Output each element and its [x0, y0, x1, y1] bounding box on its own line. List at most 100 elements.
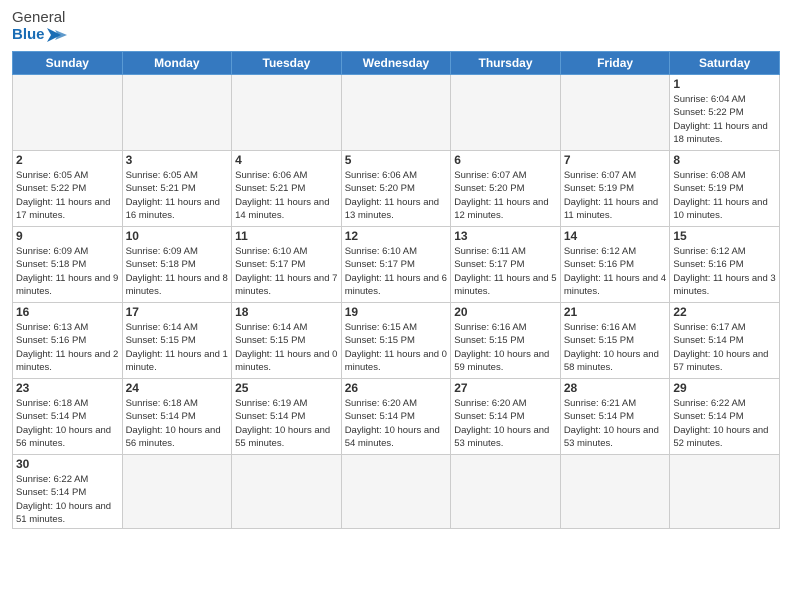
day-number: 11: [235, 229, 338, 243]
day-number: 7: [564, 153, 667, 167]
day-number: 16: [16, 305, 119, 319]
day-info: Sunrise: 6:11 AM Sunset: 5:17 PM Dayligh…: [454, 245, 557, 298]
day-info: Sunrise: 6:09 AM Sunset: 5:18 PM Dayligh…: [126, 245, 229, 298]
day-info: Sunrise: 6:18 AM Sunset: 5:14 PM Dayligh…: [16, 397, 119, 450]
day-number: 1: [673, 77, 776, 91]
table-row: [560, 455, 670, 529]
table-row: 19 Sunrise: 6:15 AM Sunset: 5:15 PM Dayli…: [341, 303, 451, 379]
header-saturday: Saturday: [670, 52, 780, 75]
header-friday: Friday: [560, 52, 670, 75]
day-info: Sunrise: 6:12 AM Sunset: 5:16 PM Dayligh…: [673, 245, 776, 298]
day-number: 13: [454, 229, 557, 243]
table-row: [451, 455, 561, 529]
day-info: Sunrise: 6:20 AM Sunset: 5:14 PM Dayligh…: [454, 397, 557, 450]
table-row: 18 Sunrise: 6:14 AM Sunset: 5:15 PM Dayli…: [232, 303, 342, 379]
day-number: 29: [673, 381, 776, 395]
table-row: 28 Sunrise: 6:21 AM Sunset: 5:14 PM Dayli…: [560, 379, 670, 455]
table-row: 2 Sunrise: 6:05 AM Sunset: 5:22 PM Daylig…: [13, 151, 123, 227]
table-row: [560, 75, 670, 151]
day-number: 30: [16, 457, 119, 471]
day-info: Sunrise: 6:10 AM Sunset: 5:17 PM Dayligh…: [345, 245, 448, 298]
table-row: 22 Sunrise: 6:17 AM Sunset: 5:14 PM Dayli…: [670, 303, 780, 379]
header-tuesday: Tuesday: [232, 52, 342, 75]
table-row: [122, 455, 232, 529]
day-info: Sunrise: 6:19 AM Sunset: 5:14 PM Dayligh…: [235, 397, 338, 450]
day-info: Sunrise: 6:18 AM Sunset: 5:14 PM Dayligh…: [126, 397, 229, 450]
table-row: [341, 75, 451, 151]
day-number: 21: [564, 305, 667, 319]
day-info: Sunrise: 6:07 AM Sunset: 5:19 PM Dayligh…: [564, 169, 667, 222]
table-row: 25 Sunrise: 6:19 AM Sunset: 5:14 PM Dayli…: [232, 379, 342, 455]
table-row: [451, 75, 561, 151]
table-row: 27 Sunrise: 6:20 AM Sunset: 5:14 PM Dayli…: [451, 379, 561, 455]
header: General Blue: [12, 10, 780, 43]
day-number: 2: [16, 153, 119, 167]
table-row: 23Sunrise: 6:18 AM Sunset: 5:14 PM Dayli…: [13, 379, 123, 455]
logo-general-text: General: [12, 10, 65, 27]
table-row: [232, 455, 342, 529]
table-row: 17 Sunrise: 6:14 AM Sunset: 5:15 PM Dayli…: [122, 303, 232, 379]
day-info: Sunrise: 6:05 AM Sunset: 5:21 PM Dayligh…: [126, 169, 229, 222]
day-number: 15: [673, 229, 776, 243]
day-number: 18: [235, 305, 338, 319]
day-number: 20: [454, 305, 557, 319]
day-number: 5: [345, 153, 448, 167]
page: General Blue Sunday Monday Tuesday Wedne…: [0, 0, 792, 612]
table-row: 4Sunrise: 6:06 AM Sunset: 5:21 PM Daylig…: [232, 151, 342, 227]
day-number: 8: [673, 153, 776, 167]
day-number: 22: [673, 305, 776, 319]
table-row: 24Sunrise: 6:18 AM Sunset: 5:14 PM Dayli…: [122, 379, 232, 455]
day-info: Sunrise: 6:04 AM Sunset: 5:22 PM Dayligh…: [673, 93, 776, 146]
day-number: 26: [345, 381, 448, 395]
logo-container: General Blue: [12, 10, 69, 43]
day-info: Sunrise: 6:14 AM Sunset: 5:15 PM Dayligh…: [235, 321, 338, 374]
day-number: 4: [235, 153, 338, 167]
day-info: Sunrise: 6:21 AM Sunset: 5:14 PM Dayligh…: [564, 397, 667, 450]
day-info: Sunrise: 6:16 AM Sunset: 5:15 PM Dayligh…: [564, 321, 667, 374]
day-number: 9: [16, 229, 119, 243]
table-row: 6Sunrise: 6:07 AM Sunset: 5:20 PM Daylig…: [451, 151, 561, 227]
table-row: 21 Sunrise: 6:16 AM Sunset: 5:15 PM Dayli…: [560, 303, 670, 379]
header-sunday: Sunday: [13, 52, 123, 75]
day-info: Sunrise: 6:06 AM Sunset: 5:20 PM Dayligh…: [345, 169, 448, 222]
day-info: Sunrise: 6:05 AM Sunset: 5:22 PM Dayligh…: [16, 169, 119, 222]
logo-arrow-icon: [47, 28, 69, 42]
day-info: Sunrise: 6:10 AM Sunset: 5:17 PM Dayligh…: [235, 245, 338, 298]
header-monday: Monday: [122, 52, 232, 75]
day-info: Sunrise: 6:22 AM Sunset: 5:14 PM Dayligh…: [673, 397, 776, 450]
day-number: 17: [126, 305, 229, 319]
table-row: [122, 75, 232, 151]
table-row: 20 Sunrise: 6:16 AM Sunset: 5:15 PM Dayli…: [451, 303, 561, 379]
logo: General Blue: [12, 10, 69, 43]
day-number: 6: [454, 153, 557, 167]
day-info: Sunrise: 6:15 AM Sunset: 5:15 PM Dayligh…: [345, 321, 448, 374]
table-row: 26 Sunrise: 6:20 AM Sunset: 5:14 PM Dayli…: [341, 379, 451, 455]
table-row: [232, 75, 342, 151]
day-number: 25: [235, 381, 338, 395]
table-row: [670, 455, 780, 529]
day-info: Sunrise: 6:14 AM Sunset: 5:15 PM Dayligh…: [126, 321, 229, 374]
table-row: 30Sunrise: 6:22 AM Sunset: 5:14 PM Dayli…: [13, 455, 123, 529]
table-row: 5 Sunrise: 6:06 AM Sunset: 5:20 PM Daylig…: [341, 151, 451, 227]
table-row: 13 Sunrise: 6:11 AM Sunset: 5:17 PM Dayli…: [451, 227, 561, 303]
day-info: Sunrise: 6:20 AM Sunset: 5:14 PM Dayligh…: [345, 397, 448, 450]
day-number: 3: [126, 153, 229, 167]
table-row: 15 Sunrise: 6:12 AM Sunset: 5:16 PM Dayli…: [670, 227, 780, 303]
table-row: 1 Sunrise: 6:04 AM Sunset: 5:22 PM Daylig…: [670, 75, 780, 151]
day-info: Sunrise: 6:09 AM Sunset: 5:18 PM Dayligh…: [16, 245, 119, 298]
table-row: 7 Sunrise: 6:07 AM Sunset: 5:19 PM Daylig…: [560, 151, 670, 227]
day-info: Sunrise: 6:16 AM Sunset: 5:15 PM Dayligh…: [454, 321, 557, 374]
day-info: Sunrise: 6:17 AM Sunset: 5:14 PM Dayligh…: [673, 321, 776, 374]
table-row: 9 Sunrise: 6:09 AM Sunset: 5:18 PM Daylig…: [13, 227, 123, 303]
day-number: 27: [454, 381, 557, 395]
table-row: 10Sunrise: 6:09 AM Sunset: 5:18 PM Dayli…: [122, 227, 232, 303]
day-number: 28: [564, 381, 667, 395]
header-wednesday: Wednesday: [341, 52, 451, 75]
table-row: 29 Sunrise: 6:22 AM Sunset: 5:14 PM Dayli…: [670, 379, 780, 455]
day-info: Sunrise: 6:13 AM Sunset: 5:16 PM Dayligh…: [16, 321, 119, 374]
day-number: 19: [345, 305, 448, 319]
table-row: [341, 455, 451, 529]
calendar-table: Sunday Monday Tuesday Wednesday Thursday…: [12, 51, 780, 529]
logo-blue-text: Blue: [12, 27, 45, 44]
table-row: 11 Sunrise: 6:10 AM Sunset: 5:17 PM Dayli…: [232, 227, 342, 303]
